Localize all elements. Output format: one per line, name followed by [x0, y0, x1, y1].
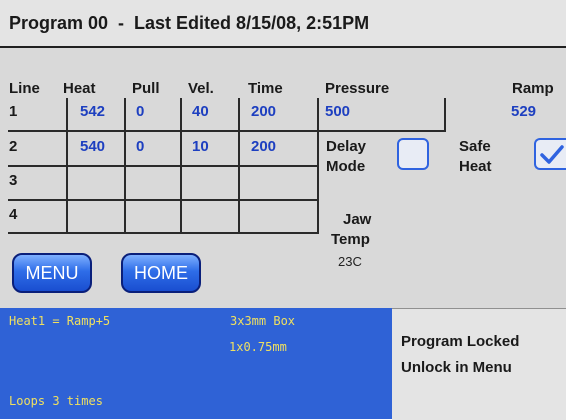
delay-mode-label: Delay Mode	[326, 137, 366, 177]
jaw-temp-label: Jaw Temp	[331, 210, 371, 250]
loops-text: Loops 3 times	[9, 394, 103, 408]
check-icon	[540, 145, 564, 164]
line-number: 3	[9, 172, 18, 189]
grid-line	[238, 98, 240, 234]
heat-value[interactable]: 542	[80, 103, 105, 120]
column-header-pressure: Pressure	[325, 80, 390, 97]
heat-value[interactable]: 540	[80, 138, 105, 155]
filament-size-text: 1x0.75mm	[229, 340, 287, 354]
jaw-temp-value: 23C	[338, 254, 362, 269]
grid-line	[317, 98, 319, 234]
jaw-temp-label-line2: Temp	[331, 231, 370, 248]
grid-line	[180, 98, 182, 234]
program-info-panel: Heat1 = Ramp+5 3x3mm Box 1x0.75mm Loops …	[0, 308, 392, 419]
pull-value[interactable]: 0	[136, 103, 144, 120]
time-value[interactable]: 200	[251, 138, 276, 155]
home-button[interactable]: HOME	[121, 253, 201, 293]
grid-line	[8, 232, 318, 234]
line-number: 2	[9, 138, 18, 155]
safe-heat-label-line1: Safe	[459, 138, 491, 155]
page-title: Program 00 - Last Edited 8/15/08, 2:51PM	[9, 13, 370, 33]
grid-line	[66, 98, 68, 234]
lock-status-panel: Program Locked Unlock in Menu	[392, 308, 566, 420]
title-bar: Program 00 - Last Edited 8/15/08, 2:51PM	[0, 0, 566, 48]
grid-line	[124, 98, 126, 234]
ramp-value[interactable]: 529	[511, 103, 536, 120]
heat-setting-text: Heat1 = Ramp+5	[9, 314, 111, 328]
velocity-value[interactable]: 10	[192, 138, 209, 155]
unlock-hint-text: Unlock in Menu	[401, 359, 512, 376]
grid-line	[8, 199, 318, 201]
safe-heat-label: Safe Heat	[459, 137, 492, 177]
delay-mode-checkbox[interactable]	[397, 138, 429, 170]
delay-mode-label-line2: Mode	[326, 158, 366, 175]
grid-line	[8, 165, 318, 167]
column-header-heat: Heat	[63, 80, 96, 97]
grid-line	[444, 98, 446, 132]
column-header-time: Time	[248, 80, 283, 97]
line-number: 4	[9, 206, 18, 223]
delay-mode-label-line1: Delay	[326, 138, 367, 155]
program-locked-text: Program Locked	[401, 333, 520, 350]
line-number: 1	[9, 103, 18, 120]
safe-heat-label-line2: Heat	[459, 158, 492, 175]
box-size-text: 3x3mm Box	[230, 314, 296, 328]
touchscreen: Program 00 - Last Edited 8/15/08, 2:51PM…	[0, 0, 566, 420]
pressure-value[interactable]: 500	[325, 103, 350, 120]
time-value[interactable]: 200	[251, 103, 276, 120]
pull-value[interactable]: 0	[136, 138, 144, 155]
velocity-value[interactable]: 40	[192, 103, 209, 120]
grid-line	[8, 130, 445, 132]
column-header-pull: Pull	[132, 80, 160, 97]
column-header-vel: Vel.	[188, 80, 214, 97]
column-header-ramp: Ramp	[512, 80, 554, 97]
menu-button[interactable]: MENU	[12, 253, 92, 293]
safe-heat-checkbox[interactable]	[534, 138, 566, 170]
column-header-line: Line	[9, 80, 40, 97]
jaw-temp-label-line1: Jaw	[343, 211, 372, 228]
